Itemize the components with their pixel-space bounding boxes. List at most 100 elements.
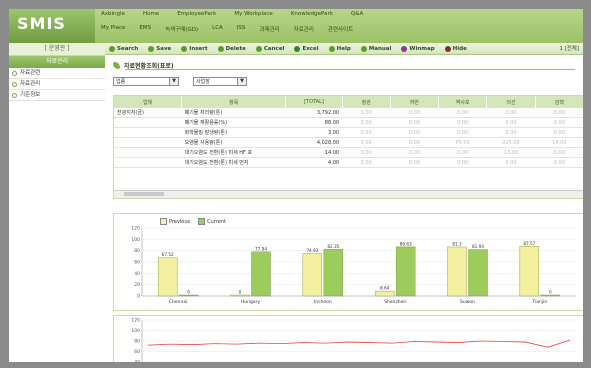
sidebar-header: [ 운영관 ] xyxy=(9,43,105,56)
delete-label: Delete xyxy=(225,45,246,52)
sidebar-selected-menu[interactable]: 자료관리 xyxy=(9,56,105,68)
col-header[interactable]: 하반 xyxy=(390,96,440,108)
line-chart-panel: 40 60 80 100 120 xyxy=(113,315,583,362)
site-select-value: 사업장 xyxy=(196,79,210,85)
top-link-employeepark[interactable]: EmployeePark xyxy=(177,11,216,21)
cell-value: 0.00 xyxy=(535,108,583,118)
table-row[interactable]: 대기오염도 전환(톤) 미세 HF 포 14.00 0.00 0.00 0.00… xyxy=(114,147,583,158)
cell-value: 0.00 xyxy=(535,127,583,138)
bar-current xyxy=(395,246,416,297)
y-tick-label: 60 xyxy=(134,260,140,266)
winmap-button[interactable]: Winmap xyxy=(401,45,435,52)
col-header[interactable]: 항목 xyxy=(181,96,287,108)
top-link-workplace[interactable]: My Workplace xyxy=(234,11,272,21)
table-row[interactable]: 대기오염도 전환(톤) 미세 먼지 4.00 0.00 0.00 0.00 0.… xyxy=(114,157,583,168)
cell-value: 0.00 xyxy=(342,137,391,148)
col-header[interactable]: 의선 xyxy=(486,96,536,108)
table-row[interactable]: 화학물질 발생량(톤) 3.00 0.00 0.00 0.00 0.00 0.0… xyxy=(114,127,583,138)
cell-group xyxy=(114,147,182,158)
manual-icon xyxy=(360,45,367,52)
col-header[interactable]: 감혁 xyxy=(535,96,583,108)
site-select[interactable]: 사업장 ▼ xyxy=(193,77,247,86)
help-button[interactable]: Help xyxy=(328,45,351,52)
sidebar-item-3[interactable]: 기준정보 xyxy=(9,90,105,101)
delete-icon xyxy=(217,45,224,52)
cell-value: 0.00 xyxy=(390,108,439,118)
cell-value: 205.00 xyxy=(486,137,536,148)
top-link-qna[interactable]: Q&A xyxy=(351,11,363,21)
sub-link-iss[interactable]: ISS xyxy=(237,25,246,35)
y-tick-label: 120 xyxy=(131,318,140,324)
save-button[interactable]: Save xyxy=(148,45,171,52)
industry-select-value: 업종 xyxy=(116,79,126,85)
sub-link-myplace[interactable]: My Place xyxy=(101,25,125,35)
bar-current xyxy=(251,251,271,297)
table-row[interactable]: 오염물 사용량(톤) 4,028.00 0.00 0.00 P0.00 205.… xyxy=(114,137,583,148)
cell-value: 0.00 xyxy=(342,147,391,158)
sidebar-item-label: 기준정보 xyxy=(20,92,41,98)
data-label: 86.63 xyxy=(400,241,412,246)
bar-current xyxy=(323,249,344,297)
bar-previous xyxy=(447,246,467,297)
y-tick-label: 100 xyxy=(131,237,140,243)
sidebar-item-1[interactable]: 자료관련 xyxy=(9,68,105,79)
search-button[interactable]: Search xyxy=(109,45,138,52)
chevron-down-icon[interactable]: ▼ xyxy=(237,78,246,85)
horizontal-scrollbar[interactable] xyxy=(114,190,583,198)
cell-item: 폐기물 처리량(톤) xyxy=(181,108,286,118)
delete-button[interactable]: Delete xyxy=(217,45,246,52)
col-header[interactable]: 청관 xyxy=(342,96,391,108)
top-nav: Axbingle Home EmployeePark My Workplace … xyxy=(101,11,363,21)
cell-value: 0.00 xyxy=(342,127,391,138)
manual-button[interactable]: Manual xyxy=(360,45,391,52)
table-row[interactable]: 천광지처(금) 폐기물 처리량(톤) 3,792.00 0.00 0.00 0.… xyxy=(114,108,583,118)
cell-value: 0.00 xyxy=(390,117,439,128)
excel-icon xyxy=(294,45,301,52)
col-header[interactable]: 역사포 xyxy=(438,96,488,108)
sub-link-lca[interactable]: LCA xyxy=(212,25,223,35)
excel-button[interactable]: Excel xyxy=(294,45,319,52)
sidebar: [ 운영관 ] 자료관리 자료관련 자료관리 기준정보 xyxy=(9,43,106,362)
col-header[interactable]: 업체 xyxy=(114,96,183,108)
hide-button[interactable]: Hide xyxy=(444,45,467,52)
data-label: 8.64 xyxy=(380,286,390,291)
hide-icon xyxy=(444,45,451,52)
cancel-button[interactable]: Cancel xyxy=(255,45,284,52)
sub-link-sites[interactable]: 관련사이트 xyxy=(328,25,353,35)
scrollbar-thumb[interactable] xyxy=(124,192,164,196)
bar-previous xyxy=(230,294,250,297)
sub-link-project[interactable]: 과제관리 xyxy=(259,25,279,35)
cell-total: 4,028.00 xyxy=(285,137,343,148)
bar-current xyxy=(178,294,199,297)
save-icon xyxy=(148,45,155,52)
data-label: 82.35 xyxy=(327,244,339,249)
sidebar-item-2[interactable]: 자료관리 xyxy=(9,79,105,90)
cell-total: 14.00 xyxy=(285,147,343,158)
line-chart: 40 60 80 100 120 xyxy=(131,318,576,362)
industry-select[interactable]: 업종 ▼ xyxy=(113,77,179,86)
insert-button[interactable]: Insert xyxy=(181,45,208,52)
sub-link-ems[interactable]: EMS xyxy=(139,25,151,35)
chevron-down-icon[interactable]: ▼ xyxy=(169,78,178,85)
hide-label: Hide xyxy=(452,45,467,52)
top-link-home[interactable]: Home xyxy=(143,11,159,21)
excel-label: Excel xyxy=(302,45,319,52)
title-divider xyxy=(125,69,575,70)
table-row[interactable]: 폐기물 재활용률(%) 88.00 0.00 0.00 0.00 0.00 0.… xyxy=(114,117,583,128)
top-link-axbingle[interactable]: Axbingle xyxy=(101,11,125,21)
cell-value: 13.00 xyxy=(486,147,536,158)
sub-link-data[interactable]: 자료관리 xyxy=(294,25,314,35)
cell-item: 화학물질 발생량(톤) xyxy=(181,127,286,138)
bullet-icon xyxy=(12,70,17,76)
top-link-knowledgepark[interactable]: KnowledgePark xyxy=(291,11,333,21)
data-label: 81.94 xyxy=(472,244,484,249)
cell-item: 오염물 사용량(톤) xyxy=(181,137,286,148)
cell-value: 0.00 xyxy=(342,108,391,118)
cell-value: 0.00 xyxy=(535,117,583,128)
x-tick-label: Chennai xyxy=(169,299,187,305)
sub-link-gd[interactable]: 녹색구매(GD) xyxy=(165,25,198,35)
cell-value: 0.00 xyxy=(342,157,391,168)
top-bar: SMIS Axbingle Home EmployeePark My Workp… xyxy=(9,9,583,43)
col-header[interactable]: [TOTAL] xyxy=(285,96,343,108)
y-tick-label: 20 xyxy=(134,282,140,288)
